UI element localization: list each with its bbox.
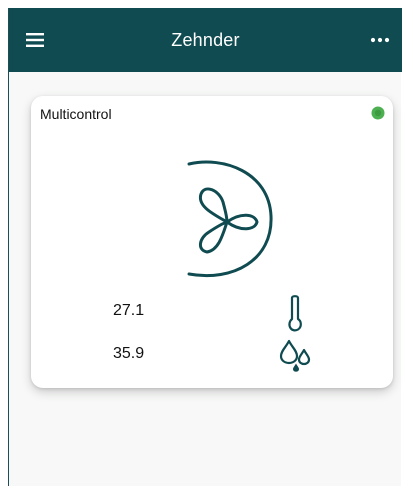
ventilation-fan-icon	[187, 160, 273, 278]
device-card[interactable]: Multicontrol 27.1 35.9	[31, 96, 393, 388]
device-name: Multicontrol	[40, 106, 112, 122]
humidity-drops-icon	[279, 339, 311, 372]
status-indicator-icon	[371, 106, 385, 120]
humidity-value: 35.9	[113, 345, 145, 362]
more-options-icon	[370, 37, 390, 43]
thermometer-icon	[288, 295, 302, 332]
app-title: Zehnder	[171, 30, 240, 50]
app-frame: Zehnder Multicontrol 27.1 35.9	[8, 8, 402, 486]
temperature-value: 27.1	[113, 302, 145, 319]
app-bar: Zehnder	[9, 8, 402, 72]
more-options-button[interactable]	[366, 28, 394, 52]
